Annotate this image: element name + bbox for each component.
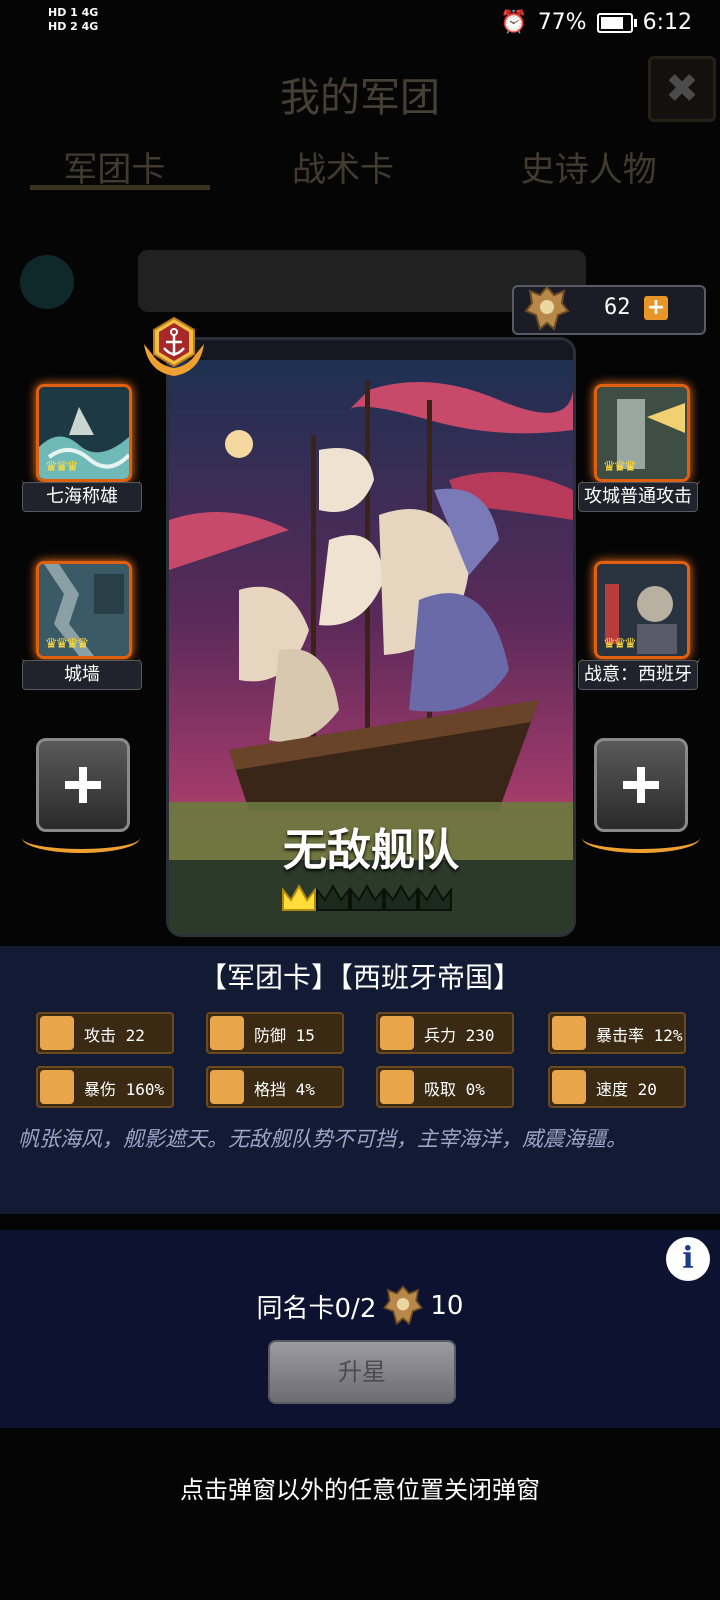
slot-label-siege-attack: 攻城普通攻击 <box>578 482 698 512</box>
stat-crit-rate-label: 暴击率 12% <box>596 1026 683 1045</box>
list-icon <box>20 255 74 309</box>
block-icon <box>210 1070 244 1104</box>
clock: 6:12 <box>642 10 692 35</box>
stat-drain-label: 吸取 0% <box>424 1080 485 1099</box>
sword-icon <box>40 1016 74 1050</box>
slot-label-seven-seas: 七海称雄 <box>22 482 142 512</box>
shield-icon <box>210 1016 244 1050</box>
stat-crit-damage-label: 暴伤 160% <box>84 1080 165 1099</box>
crown-empty <box>316 883 350 911</box>
slot-base <box>582 823 700 853</box>
heart-icon <box>380 1016 414 1050</box>
card-description: 帆张海风，舰影遮天。无敌舰队势不可挡，主宰海洋，威震海疆。 <box>18 1127 627 1151</box>
status-right: ⏰ 77% 6:12 <box>500 10 692 35</box>
upgrade-cost: 10 <box>430 1291 464 1321</box>
emblem-icon <box>383 1285 424 1326</box>
close-hint: 点击弹窗以外的任意位置关闭弹窗 <box>180 1476 540 1504</box>
emblem-icon <box>524 285 570 331</box>
currency-chip[interactable]: 62 + <box>512 285 706 335</box>
slot-label-war-spirit: 战意：西班牙 <box>578 660 698 690</box>
tab-bar: 军团卡 战术卡 史诗人物 <box>0 142 720 191</box>
crown-empty <box>350 883 384 911</box>
legion-card: 无敌舰队 <box>166 337 576 937</box>
slot-label-city-wall: 城墙 <box>22 660 142 690</box>
stat-troops: 兵力 230 <box>376 1012 514 1054</box>
anchor-badge-icon <box>144 316 204 376</box>
status-bar: HD 1 4G HD 2 4G ⏰ 77% 6:12 <box>0 0 720 50</box>
tab-underline <box>30 185 210 190</box>
stat-speed: 速度 20 <box>548 1066 686 1108</box>
add-currency-button[interactable]: + <box>644 296 668 320</box>
tab-tactic-cards: 战术卡 <box>291 150 394 190</box>
star-up-button[interactable]: 升星 <box>268 1340 456 1404</box>
card-info-panel: 【军团卡】【西班牙帝国】 攻击 22 防御 15 兵力 230 暴击率 12% … <box>0 946 720 1214</box>
card-tags: 【军团卡】【西班牙帝国】 <box>198 961 521 994</box>
crown-empty <box>418 883 452 911</box>
slot-base <box>22 823 140 853</box>
crit-icon <box>552 1016 586 1050</box>
add-left-slot-button[interactable] <box>36 738 130 832</box>
stat-drain: 吸取 0% <box>376 1066 514 1108</box>
card-name: 无敌舰队 <box>283 825 459 876</box>
close-button: ✖ <box>648 56 716 122</box>
drain-icon <box>380 1070 414 1104</box>
page-title: 我的军团 <box>280 75 440 121</box>
stat-crit-rate: 暴击率 12% <box>548 1012 686 1054</box>
burst-icon <box>40 1070 74 1104</box>
network-indicators: HD 1 4G HD 2 4G <box>48 6 98 34</box>
add-right-slot-button[interactable] <box>594 738 688 832</box>
duplicate-card-row: 同名卡0/2 10 <box>0 1283 720 1329</box>
network-2: HD 2 4G <box>48 20 99 33</box>
boot-icon <box>552 1070 586 1104</box>
stat-attack-label: 攻击 22 <box>84 1026 145 1045</box>
stat-block-label: 格挡 4% <box>254 1080 315 1099</box>
battery-percent: 77% <box>537 10 587 35</box>
stat-block: 格挡 4% <box>206 1066 344 1108</box>
currency-value: 62 <box>604 295 631 320</box>
crown-empty <box>384 883 418 911</box>
duplicate-count: 同名卡0/2 <box>256 1293 377 1324</box>
alarm-icon: ⏰ <box>500 10 528 35</box>
tab-epic-characters: 史诗人物 <box>520 150 657 190</box>
stat-troops-label: 兵力 230 <box>424 1026 495 1045</box>
tab-legion-cards: 军团卡 <box>63 150 166 190</box>
battery-icon <box>596 12 637 33</box>
stat-attack: 攻击 22 <box>36 1012 174 1054</box>
stat-speed-label: 速度 20 <box>596 1080 657 1099</box>
network-1: HD 1 4G <box>48 6 99 19</box>
stat-crit-damage: 暴伤 160% <box>36 1066 174 1108</box>
card-star-rating <box>282 883 452 911</box>
info-icon[interactable]: i <box>666 1237 710 1281</box>
crown-filled <box>282 883 316 911</box>
stat-defense: 防御 15 <box>206 1012 344 1054</box>
stat-defense-label: 防御 15 <box>254 1026 315 1045</box>
